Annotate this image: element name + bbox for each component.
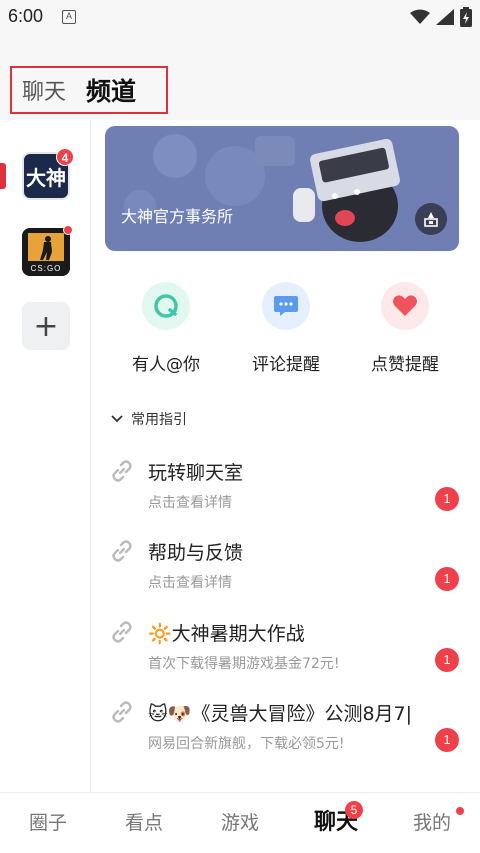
- guide-item-subtitle: 首次下载得暑期游戏基金72元!: [148, 656, 340, 672]
- active-indicator: [0, 163, 6, 189]
- list-item[interactable]: 🔆大神暑期大作战 首次下载得暑期游戏基金72元! 1: [105, 619, 465, 689]
- battery-icon: [460, 7, 472, 27]
- channel-sidebar: 大神 4 CS:GO +: [0, 120, 91, 792]
- quick-action-mention-label: 有人@你: [132, 355, 200, 375]
- official-banner[interactable]: 大神官方事务所: [105, 126, 459, 251]
- comment-icon: [262, 282, 310, 330]
- guide-item-badge: 1: [435, 487, 459, 511]
- channel-csgo-dot: [63, 225, 73, 235]
- quick-action-comment[interactable]: 评论提醒: [236, 282, 336, 375]
- podium-icon: [424, 212, 438, 227]
- status-time: 6:00: [8, 6, 44, 26]
- heart-icon: [381, 282, 429, 330]
- nav-profile-dot: [456, 807, 464, 815]
- top-tabs: 聊天 频道: [10, 66, 168, 114]
- guide-item-subtitle: 点击查看详情: [148, 495, 232, 511]
- quick-action-like[interactable]: 点赞提醒: [355, 282, 455, 375]
- nav-feed-label: 看点: [124, 812, 163, 834]
- link-icon: [112, 540, 132, 562]
- wifi-icon: [410, 9, 430, 24]
- link-icon: [112, 460, 132, 482]
- guide-item-title: 🐱🐶《灵兽大冒险》公测8月7|: [148, 703, 413, 725]
- at-icon: [142, 282, 190, 330]
- channel-csgo-label: CS:GO: [30, 264, 62, 273]
- nav-chat[interactable]: 聊天 5: [288, 793, 384, 853]
- channel-dashen-badge: 4: [56, 148, 74, 166]
- nav-feed[interactable]: 看点: [96, 793, 192, 853]
- plus-icon: +: [33, 308, 59, 344]
- guide-item-subtitle: 网易回合新旗舰，下载必领5元!: [148, 736, 345, 752]
- quick-action-comment-label: 评论提醒: [252, 355, 320, 375]
- guide-item-title: 🔆大神暑期大作战: [148, 623, 305, 645]
- quick-action-like-label: 点赞提醒: [371, 355, 439, 375]
- guide-item-badge: 1: [435, 567, 459, 591]
- banner-action-button[interactable]: [415, 203, 447, 235]
- quick-action-mention[interactable]: 有人@你: [116, 282, 216, 375]
- signal-icon: [436, 9, 454, 25]
- header: 聊天 频道: [0, 34, 480, 120]
- guide-item-badge: 1: [435, 728, 459, 752]
- nav-circle-label: 圈子: [28, 812, 67, 834]
- channel-dashen[interactable]: 大神 4: [22, 148, 74, 200]
- guide-item-subtitle: 点击查看详情: [148, 575, 232, 591]
- nav-profile-label: 我的: [412, 812, 451, 834]
- nav-chat-badge: 5: [345, 801, 363, 819]
- bottom-nav: 圈子 看点 游戏 聊天 5 我的: [0, 792, 480, 853]
- channel-dashen-label: 大神: [26, 165, 66, 190]
- nav-profile[interactable]: 我的: [384, 793, 480, 853]
- add-channel-button[interactable]: +: [22, 302, 70, 350]
- list-item[interactable]: 🐱🐶《灵兽大冒险》公测8月7| 网易回合新旗舰，下载必领5元! 1: [105, 699, 465, 769]
- link-icon: [112, 621, 132, 643]
- guide-item-badge: 1: [435, 648, 459, 672]
- list-item[interactable]: 玩转聊天室 点击查看详情 1: [105, 458, 465, 528]
- list-item[interactable]: 帮助与反馈 点击查看详情 1: [105, 538, 465, 608]
- nav-games[interactable]: 游戏: [192, 793, 288, 853]
- guide-item-title: 玩转聊天室: [148, 462, 244, 484]
- tab-chat[interactable]: 聊天: [22, 74, 66, 106]
- channel-csgo[interactable]: CS:GO: [22, 225, 73, 276]
- guide-item-title: 帮助与反馈: [148, 542, 244, 564]
- nav-games-label: 游戏: [220, 812, 259, 834]
- link-icon: [112, 701, 132, 723]
- tab-channel[interactable]: 频道: [86, 72, 136, 108]
- banner-illustration: [124, 134, 400, 242]
- chevron-down-icon: [111, 415, 123, 423]
- guide-section-header[interactable]: 常用指引: [111, 409, 187, 429]
- banner-title: 大神官方事务所: [121, 207, 234, 226]
- status-bar: 6:00 A: [0, 0, 480, 34]
- notification-icon: A: [62, 10, 76, 24]
- nav-circle[interactable]: 圈子: [0, 793, 96, 853]
- system-icons: [410, 7, 472, 27]
- guide-section-title: 常用指引: [131, 412, 187, 428]
